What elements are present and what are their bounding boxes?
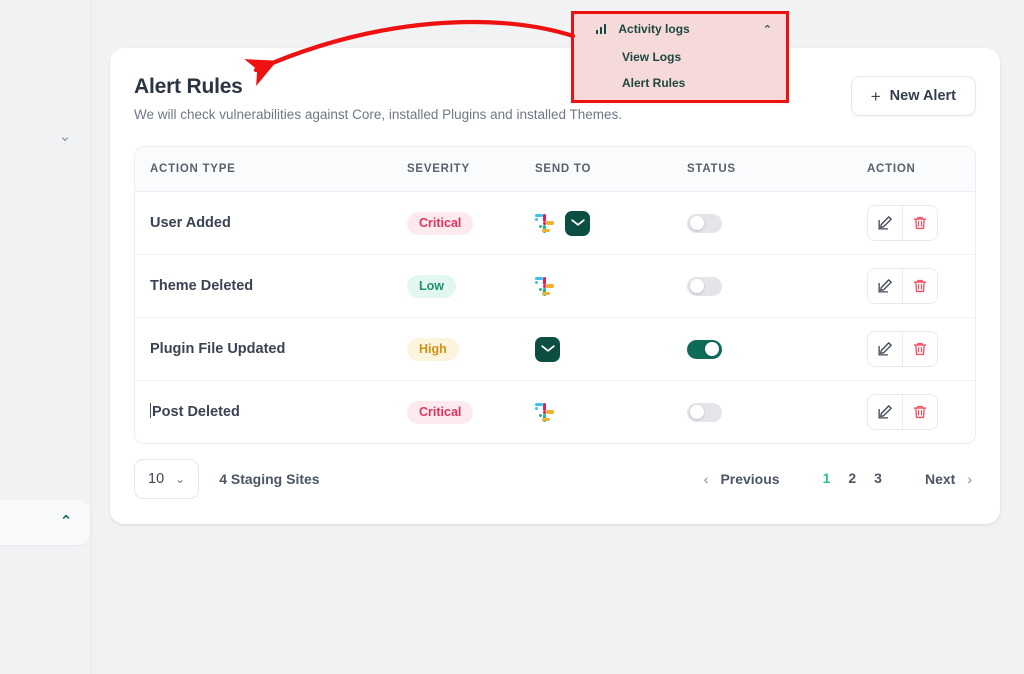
page-title: Alert Rules — [134, 75, 243, 98]
delete-button[interactable] — [903, 395, 937, 429]
cell-send-to — [535, 276, 687, 296]
action-button-group — [867, 205, 938, 241]
pagination-next-arrow-icon[interactable]: › — [963, 471, 976, 487]
card-header: Alert Rules We will check vulnerabilitie… — [134, 74, 976, 136]
cell-action-type: Theme Deleted — [135, 277, 407, 295]
column-header-severity: SEVERITY — [407, 163, 470, 175]
delete-button[interactable] — [903, 206, 937, 240]
send-to-icons — [535, 210, 687, 236]
table-row: Post Deleted Critical — [135, 381, 975, 443]
cell-status — [687, 276, 867, 296]
email-icon — [565, 210, 590, 236]
edit-button[interactable] — [868, 332, 903, 366]
cell-status — [687, 339, 867, 359]
send-to-icons — [535, 276, 687, 296]
status-toggle[interactable] — [687, 276, 722, 296]
table-footer: 10 ⌄ 4 Staging Sites ‹ Previous 123 Next… — [134, 459, 976, 499]
plus-icon: + — [870, 86, 881, 106]
cell-severity: Critical — [407, 211, 535, 235]
slack-icon — [535, 402, 554, 422]
action-type-label: Plugin File Updated — [150, 341, 286, 357]
cell-action-type: Plugin File Updated — [135, 340, 407, 358]
alert-rules-card: Alert Rules We will check vulnerabilitie… — [110, 48, 1000, 524]
per-page-select[interactable]: 10 ⌄ — [134, 459, 200, 499]
pagination-previous-button[interactable]: Previous — [712, 471, 787, 487]
column-header-send-to: SEND TO — [535, 163, 592, 175]
severity-badge: High — [407, 337, 459, 361]
cell-action — [867, 394, 975, 430]
alert-rules-table: ACTION TYPE SEVERITY SEND TO STATUS ACTI… — [134, 146, 976, 444]
annotation-highlight-box — [571, 11, 789, 103]
new-alert-label: New Alert — [889, 88, 956, 104]
cell-action-type: User Added — [135, 214, 407, 232]
cell-status — [687, 213, 867, 233]
per-page-value: 10 — [148, 471, 165, 487]
chevron-down-icon[interactable]: ⌄ — [56, 128, 74, 146]
send-to-icons — [535, 336, 687, 362]
cell-severity: Critical — [407, 400, 535, 424]
cell-send-to — [535, 402, 687, 422]
send-to-icons — [535, 402, 687, 422]
action-type-label: Post Deleted — [152, 404, 240, 420]
text-cursor — [150, 403, 151, 418]
toggle-knob — [689, 405, 704, 419]
action-type-label: Theme Deleted — [150, 278, 254, 294]
table-row: Plugin File Updated High — [135, 318, 975, 381]
sidebar-divider — [91, 0, 92, 674]
chevron-down-icon: ⌄ — [175, 472, 186, 486]
action-type-label: User Added — [150, 215, 231, 231]
cell-send-to — [535, 336, 687, 362]
pagination-prev-arrow-icon[interactable]: ‹ — [700, 471, 713, 487]
email-icon — [535, 336, 560, 362]
pagination-page-1[interactable]: 1 — [814, 470, 840, 486]
slack-icon — [535, 276, 554, 296]
cell-status — [687, 402, 867, 422]
cell-action — [867, 205, 975, 241]
staging-sites-count: 4 Staging Sites — [219, 471, 320, 487]
table-row: User Added Critical — [135, 192, 975, 255]
sidebar-collapse-tab[interactable] — [0, 500, 90, 545]
column-header-action-type: ACTION TYPE — [150, 163, 236, 175]
chevron-up-icon[interactable]: ⌃ — [56, 512, 76, 532]
pagination-page-2[interactable]: 2 — [839, 470, 865, 486]
status-toggle[interactable] — [687, 402, 722, 422]
cell-send-to — [535, 210, 687, 236]
column-header-status: STATUS — [687, 163, 736, 175]
page-subtitle: We will check vulnerabilities against Co… — [134, 107, 622, 122]
cell-severity: Low — [407, 274, 535, 298]
new-alert-button[interactable]: + New Alert — [850, 76, 976, 116]
cell-action-type: Post Deleted — [135, 403, 407, 421]
pagination-numbers: 123 — [814, 470, 891, 488]
cell-action — [867, 268, 975, 304]
toggle-knob — [689, 279, 704, 293]
status-toggle[interactable] — [687, 339, 722, 359]
table-header-row: ACTION TYPE SEVERITY SEND TO STATUS ACTI… — [135, 147, 975, 192]
delete-button[interactable] — [903, 269, 937, 303]
severity-badge: Critical — [407, 400, 474, 424]
slack-icon — [535, 213, 554, 233]
action-button-group — [867, 331, 938, 367]
edit-button[interactable] — [868, 269, 903, 303]
toggle-knob — [705, 342, 719, 356]
severity-badge: Low — [407, 274, 456, 298]
column-header-action: ACTION — [867, 163, 916, 175]
cell-action — [867, 331, 975, 367]
severity-badge: Critical — [407, 211, 474, 235]
pagination-page-3[interactable]: 3 — [865, 470, 891, 486]
toggle-knob — [689, 216, 704, 230]
pagination: ‹ Previous 123 Next › — [700, 470, 976, 488]
edit-button[interactable] — [868, 395, 903, 429]
action-button-group — [867, 268, 938, 304]
pagination-next-button[interactable]: Next — [917, 471, 963, 487]
status-toggle[interactable] — [687, 213, 722, 233]
table-body: User Added Critical Theme Deleted Low Plugin… — [135, 192, 975, 443]
action-button-group — [867, 394, 938, 430]
table-row: Theme Deleted Low — [135, 255, 975, 318]
cell-severity: High — [407, 337, 535, 361]
delete-button[interactable] — [903, 332, 937, 366]
left-sidebar-rail — [0, 0, 92, 674]
edit-button[interactable] — [868, 206, 903, 240]
